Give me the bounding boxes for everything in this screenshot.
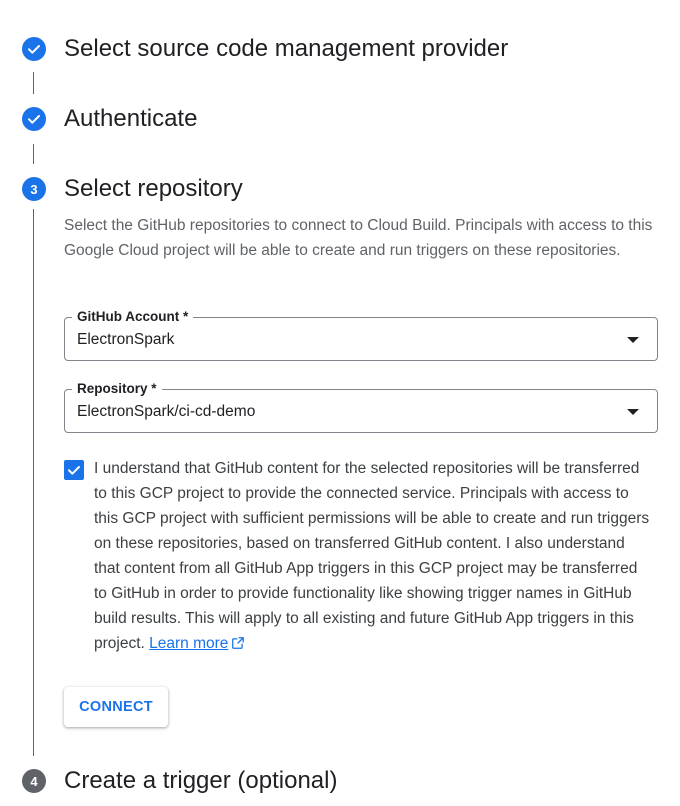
step-1-title[interactable]: Select source code management provider: [64, 34, 508, 64]
step-2-complete-icon: [22, 107, 46, 131]
consent-text: I understand that GitHub content for the…: [94, 456, 654, 656]
step-4-title[interactable]: Create a trigger (optional): [64, 766, 337, 796]
step-4-number-badge: 4: [22, 769, 46, 793]
step-connector-line: [33, 209, 34, 756]
step-3-title: Select repository: [64, 175, 243, 202]
consent-checkbox[interactable]: [64, 460, 84, 480]
step-3-number-badge: 3: [22, 177, 46, 201]
github-account-value: ElectronSpark: [77, 331, 175, 348]
check-icon: [28, 115, 40, 124]
select-repository-description: Select the GitHub repositories to connec…: [64, 217, 653, 259]
step-1-complete-icon: [22, 37, 46, 61]
repository-value: ElectronSpark/ci-cd-demo: [77, 403, 256, 420]
step-2-title[interactable]: Authenticate: [64, 104, 197, 134]
learn-more-label: Learn more: [149, 635, 229, 652]
learn-more-link[interactable]: Learn more: [149, 635, 245, 652]
github-account-select[interactable]: GitHub Account * ElectronSpark: [64, 308, 658, 361]
checkbox-check-icon: [68, 466, 80, 475]
check-icon: [28, 45, 40, 54]
dropdown-arrow-icon: [627, 337, 639, 343]
step-connector-line: [33, 72, 34, 94]
consent-statement: I understand that GitHub content for the…: [94, 460, 650, 652]
open-in-new-icon: [232, 637, 245, 649]
dropdown-arrow-icon: [627, 409, 639, 415]
repository-label: Repository *: [72, 380, 162, 398]
connect-button[interactable]: CONNECT: [64, 687, 168, 727]
step-connector-line: [33, 144, 34, 164]
github-account-label: GitHub Account *: [72, 308, 194, 326]
repository-select[interactable]: Repository * ElectronSpark/ci-cd-demo: [64, 380, 658, 433]
